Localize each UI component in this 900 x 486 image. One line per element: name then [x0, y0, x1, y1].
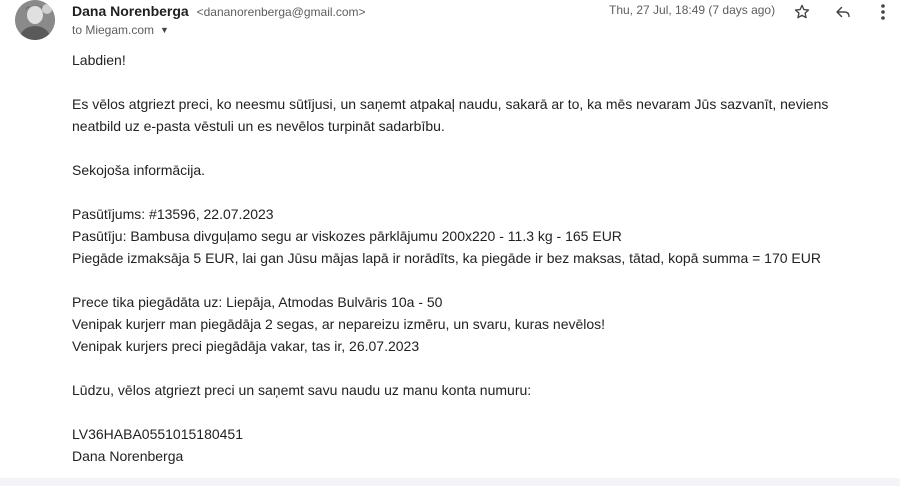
delivery-address-line: Prece tika piegādāta uz: Liepāja, Atmoda…: [72, 294, 443, 310]
recipient-label: to Miegam.com: [72, 23, 155, 37]
delivery-cost-line: Piegāde izmaksāja 5 EUR, lai gan Jūsu mā…: [72, 250, 821, 266]
avatar[interactable]: [15, 0, 55, 40]
email-body: Labdien! Es vēlos atgriezt preci, ko nee…: [72, 49, 882, 467]
sender-name[interactable]: Dana Norenberga: [72, 3, 189, 19]
email-date: Thu, 27 Jul, 18:49 (7 days ago): [609, 3, 776, 17]
order-line: Pasūtījums: #13596, 22.07.2023: [72, 206, 274, 222]
sender-line: Dana Norenberga <dananorenberga@gmail.co…: [72, 3, 366, 19]
info-heading: Sekojoša informācija.: [72, 162, 206, 178]
more-vert-icon[interactable]: [869, 0, 897, 24]
greeting: Labdien!: [72, 52, 126, 68]
sender-email: <dananorenberga@gmail.com>: [196, 5, 366, 19]
courier-line: Venipak kurjers preci piegādāja vakar, t…: [72, 338, 420, 354]
body-paragraph-line: Es vēlos atgriezt preci, ko neesmu sūtīj…: [72, 96, 829, 112]
signature: Dana Norenberga: [72, 448, 184, 464]
reply-icon[interactable]: [829, 0, 857, 24]
recipient-line: to Miegam.com ▼: [72, 23, 169, 37]
courier-line: Venipak kurjerr man piegādāja 2 segas, a…: [72, 316, 606, 332]
request-line: Lūdzu, vēlos atgriezt preci un saņemt sa…: [72, 382, 532, 398]
star-icon[interactable]: [788, 0, 816, 24]
account-number: LV36HABA0551015180451: [72, 426, 244, 442]
bottom-bar: [0, 478, 900, 486]
body-paragraph-line: neatbild uz e-pasta vēstuli un es nevēlo…: [72, 118, 445, 134]
chevron-down-icon[interactable]: ▼: [160, 25, 169, 35]
ordered-item-line: Pasūtīju: Bambusa divguļamo segu ar visk…: [72, 228, 622, 244]
